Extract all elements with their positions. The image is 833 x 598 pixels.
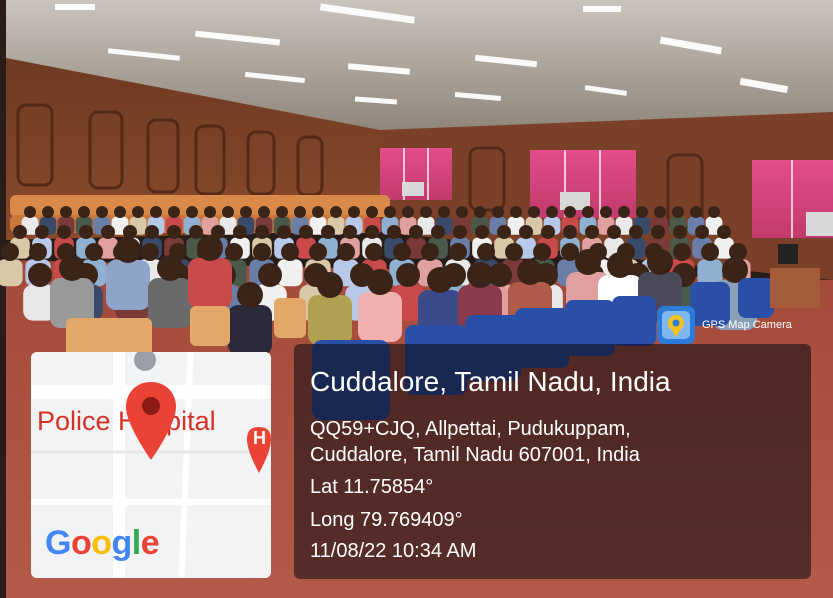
map-thumbnail: H Police Hospital Google — [31, 352, 271, 578]
location-title: Cuddalore, Tamil Nadu, India — [310, 366, 671, 397]
photo-frame: GPS Map Camera H Police Hospital Google … — [0, 0, 833, 598]
timestamp-text: 11/08/22 10:34 AM — [310, 540, 477, 562]
location-info-panel: Cuddalore, Tamil Nadu, India QQ59+CJQ, A… — [294, 344, 811, 579]
location-pin-icon — [126, 382, 176, 460]
address-line-1: QQ59+CJQ, Allpettai, Pudukuppam, — [310, 418, 631, 440]
gps-camera-icon — [657, 306, 695, 344]
google-logo: Google — [45, 524, 160, 563]
address-line-2: Cuddalore, Tamil Nadu 607001, India — [310, 444, 640, 466]
hospital-marker-letter: H — [253, 428, 266, 448]
longitude-text: Long 79.769409° — [310, 509, 463, 531]
gps-map-camera-badge: GPS Map Camera — [657, 306, 792, 344]
google-logo-text: Google — [45, 524, 160, 562]
app-name-label: GPS Map Camera — [702, 319, 792, 331]
latitude-text: Lat 11.75854° — [310, 476, 434, 498]
